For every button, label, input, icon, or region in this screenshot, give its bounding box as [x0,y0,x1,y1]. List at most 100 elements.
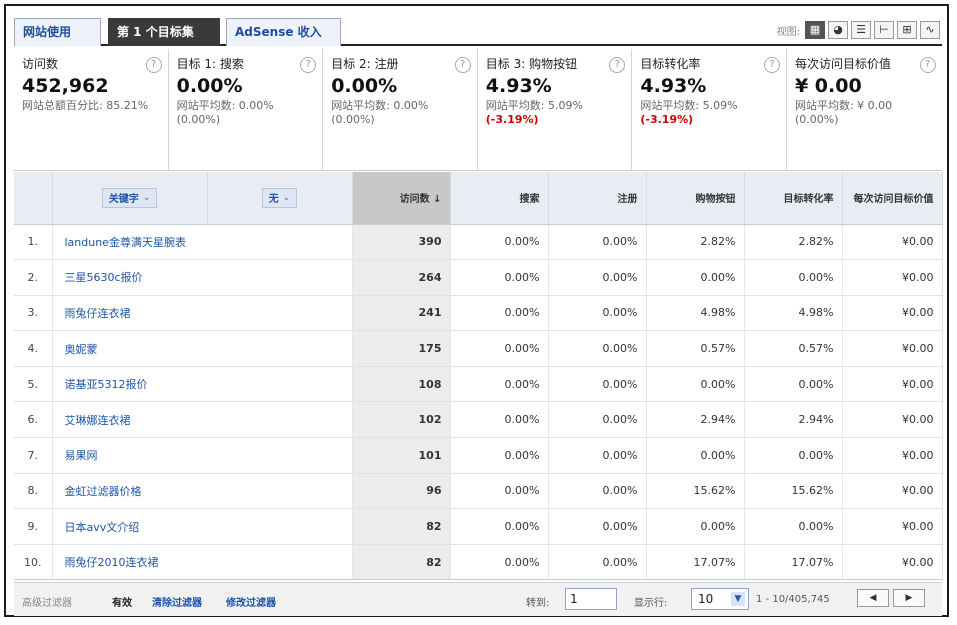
header-visits[interactable]: 访问数 ↓ [352,172,451,225]
keyword-link[interactable]: 艾琳娜连衣裙 [52,401,353,439]
metric-visits: 访问数 ? 452,962 网站总额百分比: 85.21% [14,49,169,170]
metric-value: 4.93% [640,75,707,97]
keyword-link[interactable]: 金虹过滤器价格 [52,473,353,510]
cart-button-cell: 2.82% [646,224,745,261]
keyword-link[interactable]: 雨兔仔连衣裙 [52,295,353,332]
metric-name: 目标 2: 注册 [331,57,399,71]
goal-conversion-cell: 0.00% [744,366,843,403]
per-visit-value-cell: ¥0.00 [842,330,943,367]
visits-cell: 82 [352,508,451,545]
table-row: 8. 金虹过滤器价格 96 0.00% 0.00% 15.62% 15.62% ¥0.00 [14,473,943,510]
row-index: 2. [14,259,53,296]
visits-cell: 96 [352,473,451,510]
filter-status: 有效 [112,598,132,609]
visits-cell: 241 [352,295,451,332]
header-goal-conversion[interactable]: 目标转化率 [744,172,843,225]
metric-summary: 访问数 ? 452,962 网站总额百分比: 85.21% 目标 1: 搜索 ?… [14,49,942,171]
help-icon[interactable]: ? [763,57,780,73]
metric-goal-conversion: 目标转化率 ? 4.93% 网站平均数: 5.09% (-3.19%) [632,49,787,170]
previous-page-button[interactable]: ◀ [857,589,889,607]
rows-per-page-value: 10 [698,592,714,606]
keyword-link[interactable]: 雨兔仔2010连衣裙 [52,544,353,581]
per-visit-value-cell: ¥0.00 [842,544,943,581]
register-cell: 0.00% [548,401,647,439]
row-index: 10. [14,544,53,581]
help-icon[interactable]: ? [919,57,936,73]
metric-subtext: 网站平均数: ¥ 0.00 (0.00%) [794,99,893,126]
cart-button-cell: 4.98% [646,295,745,332]
view-switcher: 视图: ▦ ◕ ☰ ⊢ ⊞ ∿ [777,19,940,41]
chevron-down-icon: ⌄ [142,192,151,203]
metric-subtext: 网站平均数: 5.09% [640,99,738,112]
comparison-view-icon[interactable]: ⊢ [874,21,894,39]
keyword-link[interactable]: 易果网 [52,437,353,474]
help-icon[interactable]: ? [454,57,471,73]
search-cell: 0.00% [450,437,549,474]
header-search[interactable]: 搜索 [450,172,549,225]
table-row: 9. 日本avv文介绍 82 0.00% 0.00% 0.00% 0.00% ¥0.00 [14,508,943,545]
goto-page-input[interactable]: 1 [565,588,617,610]
metric-name: 目标 1: 搜索 [176,57,244,71]
tab-adsense-revenue[interactable]: AdSense 收入 [226,18,341,46]
metric-delta: (-3.19%) [485,113,539,126]
visits-cell: 82 [352,544,451,581]
edit-filter-link[interactable]: 修改过滤器 [226,594,276,609]
view-label: 视图: [776,26,800,38]
metric-goal-3: 目标 3: 购物按钮 ? 4.93% 网站平均数: 5.09% (-3.19%) [478,49,633,170]
goal-conversion-cell: 0.00% [744,508,843,545]
report-frame: 网站使用 第 1 个目标集 AdSense 收入 视图: ▦ ◕ ☰ ⊢ ⊞ ∿… [4,4,949,617]
chevron-down-icon: ▼ [731,592,745,606]
cart-button-cell: 17.07% [646,544,745,581]
search-cell: 0.00% [450,366,549,403]
goal-conversion-cell: 17.07% [744,544,843,581]
row-index: 3. [14,295,53,332]
keyword-link[interactable]: landune金尊满天星腕表 [52,224,353,261]
goal-conversion-cell: 0.57% [744,330,843,367]
keyword-link[interactable]: 奥妮蒙 [52,330,353,367]
performance-view-icon[interactable]: ☰ [851,21,871,39]
keyword-link[interactable]: 诺基亚5312报价 [52,366,353,403]
pie-view-icon[interactable]: ◕ [828,21,848,39]
metric-subtext: 网站平均数: 0.00% (0.00%) [331,99,429,126]
next-page-button[interactable]: ▶ [893,589,925,607]
secondary-dimension-select[interactable]: 无 ⌄ [261,187,298,208]
search-cell: 0.00% [450,473,549,510]
table-row: 5. 诺基亚5312报价 108 0.00% 0.00% 0.00% 0.00% ¥0.00 [14,366,943,403]
metric-name: 每次访问目标价值 [794,57,891,71]
metric-delta: (-3.19%) [640,113,694,126]
primary-dimension-select[interactable]: 关键字 ⌄ [101,187,158,208]
cart-button-cell: 0.00% [646,508,745,545]
keyword-link[interactable]: 日本avv文介绍 [52,508,353,545]
visits-cell: 264 [352,259,451,296]
table-row: 4. 奥妮蒙 175 0.00% 0.00% 0.57% 0.57% ¥0.00 [14,330,943,367]
help-icon[interactable]: ? [145,57,162,73]
metric-goal-1: 目标 1: 搜索 ? 0.00% 网站平均数: 0.00% (0.00%) [169,49,324,170]
header-register[interactable]: 注册 [548,172,647,225]
primary-dimension-header: 关键字 ⌄ [52,172,208,225]
clear-filter-link[interactable]: 清除过滤器 [152,594,202,609]
goal-conversion-cell: 2.82% [744,224,843,261]
keywords-table: 关键字 ⌄ 无 ⌄ 访问数 ↓ 搜索 注册 购物按钮 目标转化率 每次访问目标价… [14,172,943,581]
pivot-view-icon[interactable]: ⊞ [897,21,917,39]
tab-site-usage[interactable]: 网站使用 [14,18,101,46]
chevron-down-icon: ⌄ [282,192,291,203]
visits-cell: 108 [352,366,451,403]
trend-view-icon[interactable]: ∿ [920,21,940,39]
header-cart-button[interactable]: 购物按钮 [646,172,745,225]
visits-cell: 101 [352,437,451,474]
per-visit-value-cell: ¥0.00 [842,259,943,296]
rows-per-page-select[interactable]: 10 ▼ [691,588,749,610]
visits-cell: 102 [352,401,451,439]
metric-per-visit-value: 每次访问目标价值 ? ¥ 0.00 网站平均数: ¥ 0.00 (0.00%) [787,49,942,170]
keyword-link[interactable]: 三星5630c报价 [52,259,353,296]
table-row: 7. 易果网 101 0.00% 0.00% 0.00% 0.00% ¥0.00 [14,437,943,474]
header-per-visit-value[interactable]: 每次访问目标价值 [842,172,943,225]
tab-goal-set-1[interactable]: 第 1 个目标集 [108,18,220,46]
cart-button-cell: 0.57% [646,330,745,367]
per-visit-value-cell: ¥0.00 [842,401,943,439]
table-row: 3. 雨兔仔连衣裙 241 0.00% 0.00% 4.98% 4.98% ¥0.00 [14,295,943,332]
primary-dimension-label: 关键字 [108,194,139,206]
search-cell: 0.00% [450,259,549,296]
metric-value: ¥ 0.00 [794,75,862,97]
table-view-icon[interactable]: ▦ [805,21,825,39]
